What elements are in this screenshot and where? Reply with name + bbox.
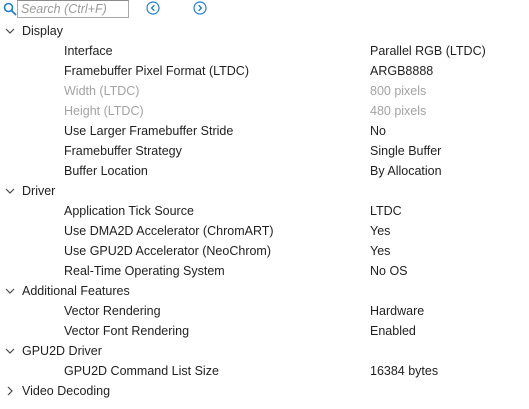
property-label: Framebuffer Strategy (64, 144, 182, 158)
property-label: Use Larger Framebuffer Stride (64, 124, 234, 138)
property-label: Framebuffer Pixel Format (LTDC) (64, 64, 249, 78)
category-video-decoding[interactable]: Video Decoding (0, 381, 529, 401)
property-tree: Display Interface Parallel RGB (LTDC) Fr… (0, 21, 529, 401)
property-label: Width (LTDC) (64, 84, 140, 98)
property-label: Height (LTDC) (64, 104, 144, 118)
property-row[interactable]: Vector Font Rendering Enabled (0, 321, 529, 341)
property-row[interactable]: Framebuffer Strategy Single Buffer (0, 141, 529, 161)
property-value[interactable]: ARGB8888 (370, 61, 433, 81)
search-icon[interactable] (3, 2, 17, 16)
chevron-down-icon[interactable] (5, 26, 15, 36)
property-row[interactable]: GPU2D Command List Size 16384 bytes (0, 361, 529, 381)
property-label: GPU2D Command List Size (64, 364, 219, 378)
property-row[interactable]: Interface Parallel RGB (LTDC) (0, 41, 529, 61)
property-value: 800 pixels (370, 84, 427, 98)
property-value[interactable]: 16384 bytes (370, 361, 438, 381)
chevron-down-icon[interactable] (5, 186, 15, 196)
property-row: Width (LTDC) 800 pixels (0, 81, 529, 101)
property-label: Interface (64, 44, 113, 58)
property-row[interactable]: Use GPU2D Accelerator (NeoChrom) Yes (0, 241, 529, 261)
property-label: Application Tick Source (64, 204, 194, 218)
property-value[interactable]: Enabled (370, 321, 416, 341)
property-value[interactable]: Hardware (370, 301, 424, 321)
property-value[interactable]: Yes (370, 221, 390, 241)
category-label: Video Decoding (22, 384, 111, 398)
category-driver[interactable]: Driver (0, 181, 529, 201)
property-value[interactable]: Yes (370, 241, 390, 261)
toolbar (0, 0, 529, 20)
property-value[interactable]: LTDC (370, 201, 402, 221)
category-additional-features[interactable]: Additional Features (0, 281, 529, 301)
property-row[interactable]: Framebuffer Pixel Format (LTDC) ARGB8888 (0, 61, 529, 81)
property-value[interactable]: No (370, 121, 386, 141)
chevron-down-icon[interactable] (5, 286, 15, 296)
property-value: 480 pixels (370, 104, 427, 118)
category-gpu2d-driver[interactable]: GPU2D Driver (0, 341, 529, 361)
category-label: Additional Features (22, 284, 130, 298)
property-label: Vector Rendering (64, 304, 161, 318)
property-row[interactable]: Buffer Location By Allocation (0, 161, 529, 181)
search-box (1, 0, 129, 18)
circle-chevron-right-icon[interactable] (193, 1, 207, 15)
property-value[interactable]: By Allocation (370, 161, 442, 181)
property-label: Use GPU2D Accelerator (NeoChrom) (64, 244, 272, 258)
property-row[interactable]: Use Larger Framebuffer Stride No (0, 121, 529, 141)
category-label: GPU2D Driver (22, 344, 102, 358)
property-label: Use DMA2D Accelerator (ChromART) (64, 224, 274, 238)
property-value[interactable]: Single Buffer (370, 141, 441, 161)
chevron-right-icon[interactable] (5, 386, 15, 396)
circle-chevron-left-icon[interactable] (146, 1, 160, 15)
property-value[interactable]: No OS (370, 261, 408, 281)
category-label: Display (22, 24, 63, 38)
property-label: Real-Time Operating System (64, 264, 225, 278)
category-display[interactable]: Display (0, 21, 529, 41)
property-value[interactable]: Parallel RGB (LTDC) (370, 41, 486, 61)
property-row[interactable]: Use DMA2D Accelerator (ChromART) Yes (0, 221, 529, 241)
property-row: Height (LTDC) 480 pixels (0, 101, 529, 121)
property-label: Buffer Location (64, 164, 148, 178)
property-row[interactable]: Vector Rendering Hardware (0, 301, 529, 321)
property-row[interactable]: Real-Time Operating System No OS (0, 261, 529, 281)
property-row[interactable]: Application Tick Source LTDC (0, 201, 529, 221)
chevron-down-icon[interactable] (5, 346, 15, 356)
property-label: Vector Font Rendering (64, 324, 190, 338)
search-input[interactable] (17, 0, 129, 18)
category-label: Driver (22, 184, 56, 198)
